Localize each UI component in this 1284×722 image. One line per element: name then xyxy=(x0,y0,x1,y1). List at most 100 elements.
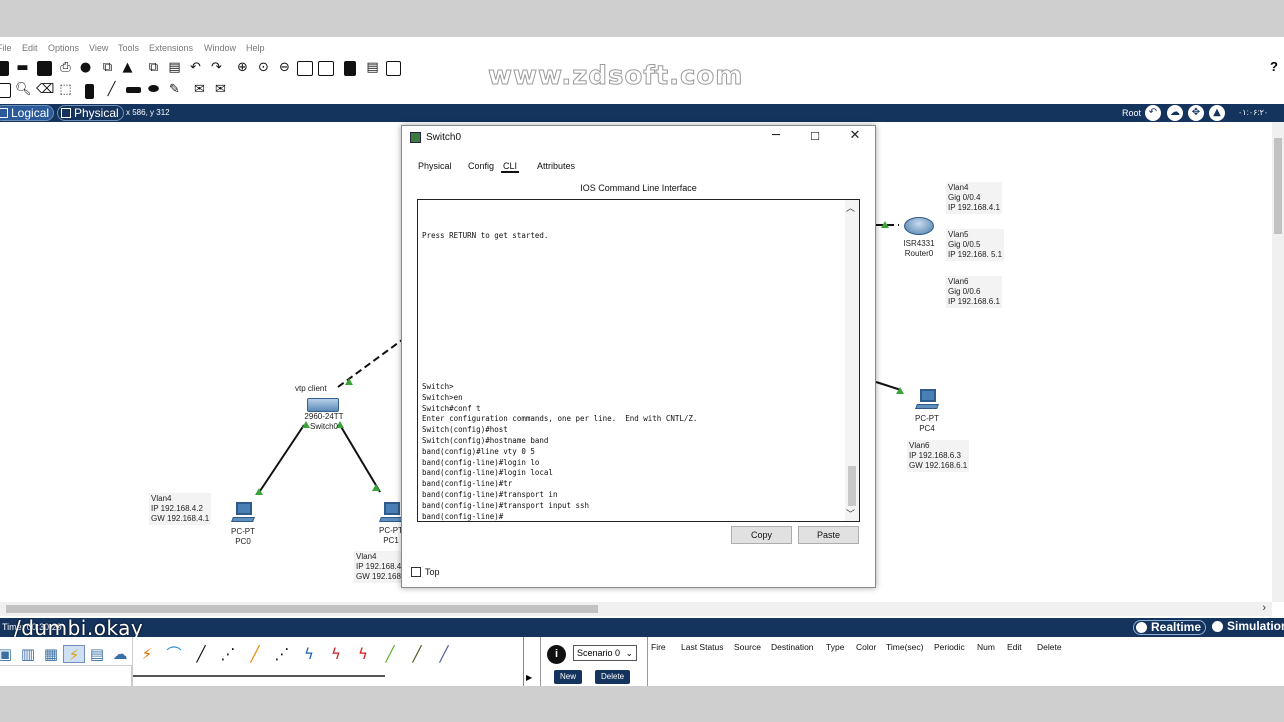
tab-physical[interactable]: Physical xyxy=(57,105,124,121)
link-switch-pc0[interactable] xyxy=(257,424,305,495)
zoom-out-icon[interactable]: ⊖ xyxy=(277,60,292,75)
expand-arrow-icon[interactable]: ▶ xyxy=(526,673,532,682)
misc-icon[interactable]: ▤ xyxy=(86,645,108,663)
back-icon[interactable]: ↶ xyxy=(1145,105,1161,121)
draw-line-icon[interactable]: ╱ xyxy=(104,82,119,97)
scroll-up-icon[interactable]: ︿ xyxy=(846,201,855,214)
copper-cross-icon[interactable]: ⋰ xyxy=(217,645,239,663)
note-icon[interactable] xyxy=(85,84,94,99)
canvas-horizontal-scrollbar[interactable]: › xyxy=(0,602,1272,616)
terminal-scrollbar[interactable]: ︿ ﹀ xyxy=(845,200,859,521)
help-icon[interactable]: ? xyxy=(1270,59,1278,74)
pdu-icon[interactable] xyxy=(386,61,401,76)
pc1-icon[interactable] xyxy=(379,502,403,524)
network-devices-icon[interactable]: ▣ xyxy=(0,645,16,663)
menu-help[interactable]: Help xyxy=(246,43,265,53)
terminal-scroll-thumb[interactable] xyxy=(848,466,856,506)
freeform-icon[interactable]: ✎ xyxy=(167,82,182,97)
phone-cable-icon[interactable]: ⋰ xyxy=(271,645,293,663)
save-icon[interactable] xyxy=(37,61,52,76)
checkbox-icon[interactable] xyxy=(411,567,421,577)
tab-config[interactable]: Config xyxy=(468,161,494,171)
copper-straight-icon[interactable]: ╱ xyxy=(190,645,212,663)
cluster-icon[interactable]: ☁ xyxy=(1167,105,1183,121)
copy-icon[interactable]: ⧉ xyxy=(146,60,161,75)
new-file-icon[interactable] xyxy=(0,61,9,76)
octal-cable-icon[interactable]: ╱ xyxy=(379,645,401,663)
usb-cable-icon[interactable]: ╱ xyxy=(433,645,455,663)
menu-tools[interactable]: Tools xyxy=(118,43,139,53)
serial-dte-icon[interactable]: ϟ xyxy=(352,645,374,663)
delete-scenario-button[interactable]: Delete xyxy=(595,670,631,684)
switch0-icon[interactable] xyxy=(307,398,339,412)
trunk-link-switch-router[interactable] xyxy=(337,339,403,388)
set-background-icon[interactable]: ▲ xyxy=(1209,105,1225,121)
realtime-mode-button[interactable]: Realtime xyxy=(1133,620,1207,635)
simulation-mode-button[interactable]: Simulation xyxy=(1210,620,1284,635)
menu-options[interactable]: Options xyxy=(48,43,79,53)
top-checkbox[interactable]: Top xyxy=(411,567,440,577)
scenario-select[interactable]: Scenario 0 ⌄ xyxy=(573,645,637,661)
menu-file[interactable]: File xyxy=(0,43,12,53)
tab-logical[interactable]: Logical xyxy=(0,105,55,121)
scenario-info-icon[interactable]: i xyxy=(547,645,566,664)
menu-window[interactable]: Window xyxy=(204,43,236,53)
cli-terminal[interactable]: Press RETURN to get started. Switch> Swi… xyxy=(417,199,860,522)
network-wizard-icon[interactable]: ⧉ xyxy=(100,60,115,75)
zoom-in-icon[interactable]: ⊕ xyxy=(235,60,250,75)
auto-connection-icon[interactable]: ⚡ xyxy=(136,645,158,663)
paste-icon[interactable]: ▤ xyxy=(167,60,182,75)
tray-scrollbar[interactable] xyxy=(133,675,385,677)
link-switch-pc1[interactable] xyxy=(339,424,381,493)
draw-ellipse-icon[interactable]: ⬬ xyxy=(146,82,161,97)
print-icon[interactable]: ⎙ xyxy=(58,60,73,75)
link-pc4[interactable] xyxy=(875,381,902,391)
undo-icon[interactable]: ↶ xyxy=(188,60,203,75)
select-tool-icon[interactable] xyxy=(0,83,11,98)
resize-shape-icon[interactable]: ⬚ xyxy=(58,82,73,97)
iot-cable-icon[interactable]: ╱ xyxy=(406,645,428,663)
pc0-icon[interactable] xyxy=(231,502,255,524)
fiber-icon[interactable]: ╱ xyxy=(244,645,266,663)
logical-workspace[interactable]: ISR4331 Router0 Vlan4 Gig 0/0.4 IP 192.1… xyxy=(0,122,1272,602)
tab-physical[interactable]: Physical xyxy=(418,161,452,171)
info-icon[interactable]: ● xyxy=(78,60,93,75)
inspect-icon[interactable]: 🔍︎ xyxy=(15,82,32,97)
connections-icon[interactable]: ⚡ xyxy=(63,645,85,664)
console-cable-icon[interactable]: ⌒ xyxy=(163,645,185,663)
multiuser-icon[interactable]: ☁ xyxy=(109,645,131,663)
canvas-vertical-scrollbar[interactable] xyxy=(1272,122,1284,602)
close-button[interactable]: ✕ xyxy=(845,128,865,143)
add-simple-pdu-icon[interactable]: ✉ xyxy=(192,82,207,97)
scroll-right-icon[interactable]: › xyxy=(1262,602,1266,614)
end-devices-icon[interactable]: ▥ xyxy=(17,645,39,663)
coaxial-icon[interactable]: ϟ xyxy=(298,645,320,663)
scroll-down-icon[interactable]: ﹀ xyxy=(846,507,855,520)
minimize-button[interactable]: ─ xyxy=(766,128,786,143)
zoom-reset-icon[interactable]: ⊙ xyxy=(256,60,271,75)
menu-view[interactable]: View xyxy=(89,43,108,53)
new-scenario-button[interactable]: New xyxy=(554,670,583,684)
serial-dce-icon[interactable]: ϟ xyxy=(325,645,347,663)
drawing-palette-icon[interactable] xyxy=(297,61,313,76)
add-complex-pdu-icon[interactable]: ✉ xyxy=(213,82,228,97)
delete-tool-icon[interactable]: ⌫ xyxy=(36,82,54,97)
menu-extensions[interactable]: Extensions xyxy=(149,43,193,53)
vertical-scroll-thumb[interactable] xyxy=(1274,138,1282,234)
components-icon[interactable]: ▦ xyxy=(40,645,62,663)
open-folder-icon[interactable]: ▬ xyxy=(15,60,30,75)
pc4-icon[interactable] xyxy=(915,389,939,411)
tab-cli[interactable]: CLI xyxy=(501,161,520,173)
router0-icon[interactable] xyxy=(904,217,934,235)
copy-button[interactable]: Copy xyxy=(731,526,792,544)
menu-edit[interactable]: Edit xyxy=(22,43,38,53)
ip-phone-icon[interactable]: ▤ xyxy=(365,60,380,75)
viewport-icon[interactable] xyxy=(344,61,356,76)
redo-icon[interactable]: ↷ xyxy=(209,60,224,75)
move-object-icon[interactable]: ✥ xyxy=(1188,105,1204,121)
paste-button[interactable]: Paste xyxy=(798,526,859,544)
tray-splitter[interactable] xyxy=(523,637,524,686)
draw-rectangle-icon[interactable] xyxy=(126,87,141,93)
tab-attributes[interactable]: Attributes xyxy=(537,161,575,171)
activity-wizard-icon[interactable]: ▲ xyxy=(120,60,135,75)
